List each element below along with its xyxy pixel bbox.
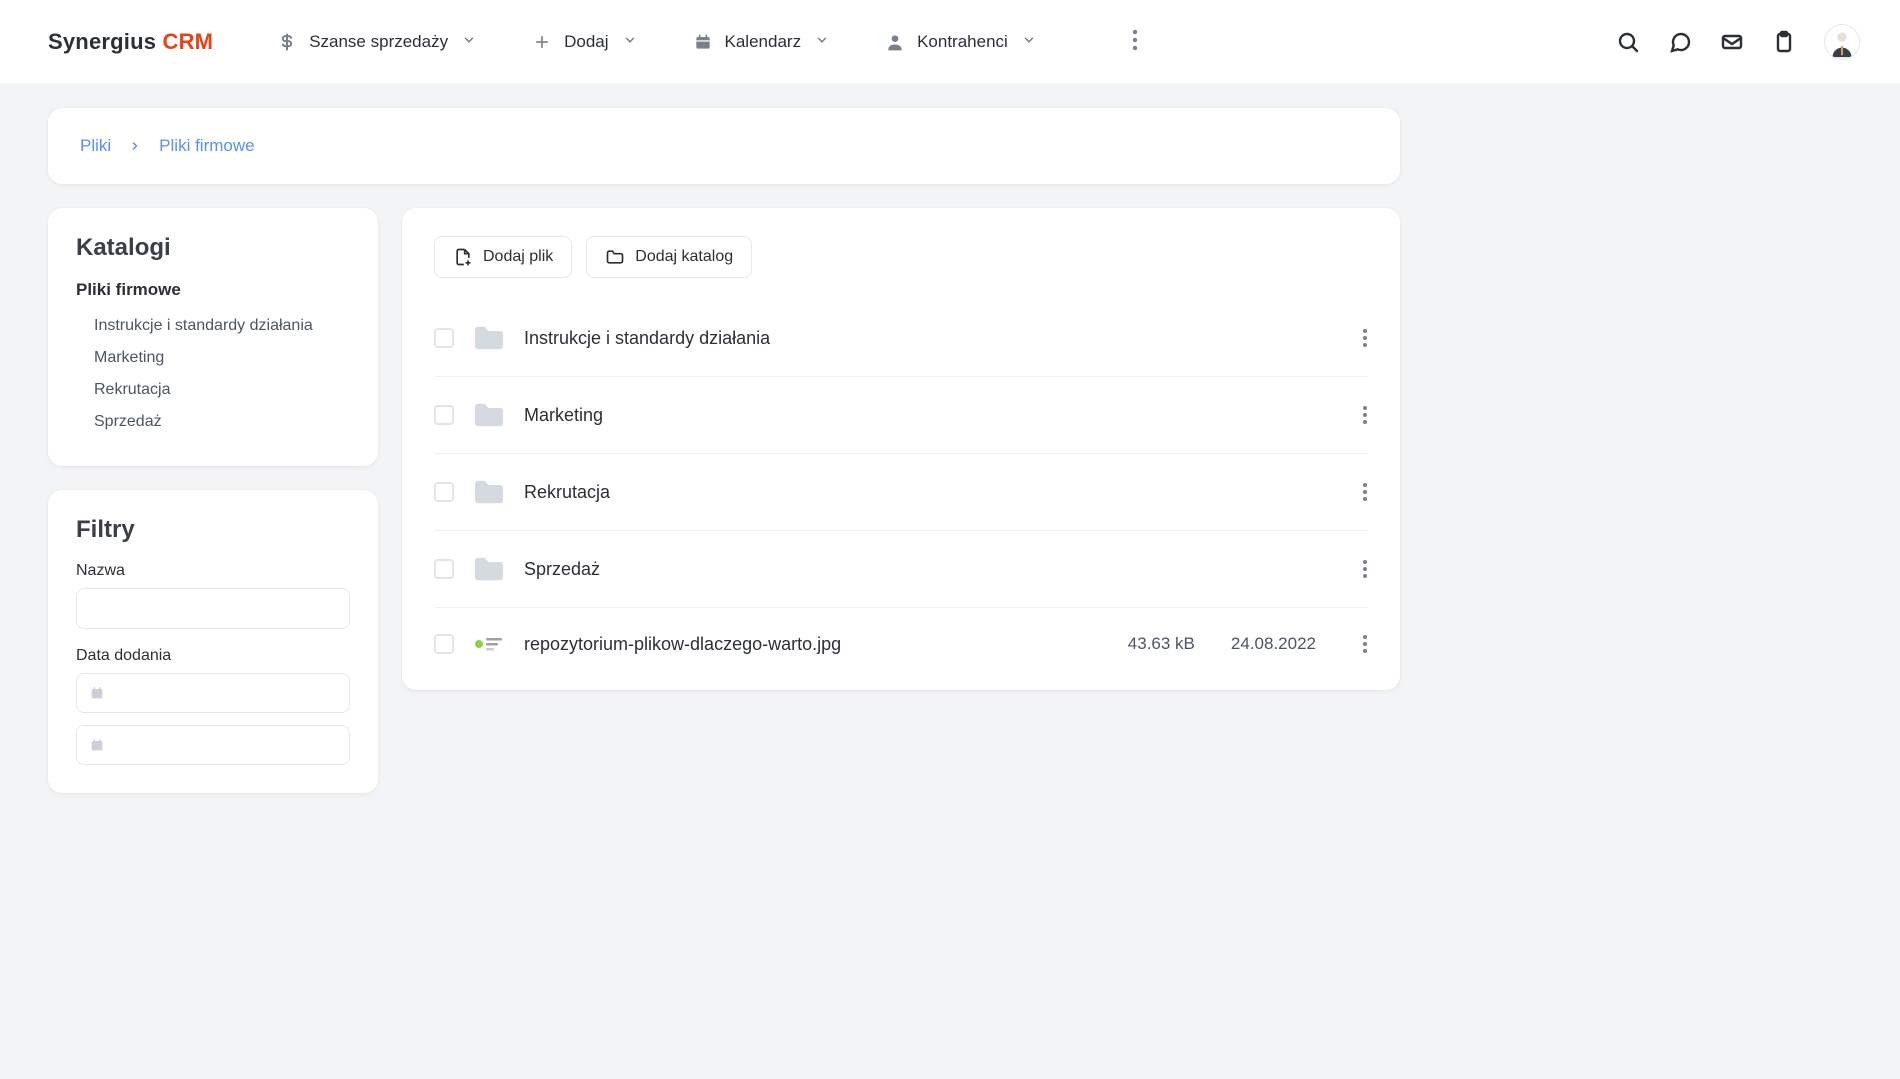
page: Pliki Pliki firmowe Katalogi Pliki firmo… — [0, 84, 1440, 833]
nav-more-icon[interactable] — [1132, 29, 1138, 55]
calendar-icon — [693, 32, 713, 52]
filters-card: Filtry Nazwa Data dodania — [48, 490, 378, 793]
folder-icon — [472, 478, 506, 506]
folder-icon — [472, 555, 506, 583]
row-more-icon[interactable] — [1362, 328, 1368, 348]
chevron-down-icon — [623, 32, 637, 52]
topbar: Synergius CRM Szanse sprzedaży Dodaj — [0, 0, 1900, 84]
topbar-actions — [1616, 24, 1860, 60]
chevron-down-icon — [462, 32, 476, 52]
nav-label: Kontrahenci — [917, 32, 1008, 52]
filter-name-label: Nazwa — [76, 562, 350, 580]
row-name: Rekrutacja — [524, 482, 1316, 503]
row-more-icon[interactable] — [1362, 559, 1368, 579]
sidebar: Katalogi Pliki firmowe Instrukcje i stan… — [48, 208, 378, 793]
nav-calendar[interactable]: Kalendarz — [693, 32, 830, 52]
nav-opportunities[interactable]: Szanse sprzedaży — [277, 32, 476, 52]
clipboard-icon[interactable] — [1772, 30, 1796, 54]
nav-label: Szanse sprzedaży — [309, 32, 448, 52]
tree-item[interactable]: Marketing — [94, 342, 350, 374]
row-checkbox[interactable] — [434, 482, 454, 502]
folder-row[interactable]: Marketing — [434, 377, 1368, 454]
chat-icon[interactable] — [1668, 30, 1692, 54]
add-file-button[interactable]: Dodaj plik — [434, 236, 572, 278]
chevron-down-icon — [1022, 32, 1036, 52]
plus-icon — [532, 32, 552, 52]
breadcrumb-card: Pliki Pliki firmowe — [48, 108, 1400, 184]
dollar-icon — [277, 32, 297, 52]
file-rows: Instrukcje i standardy działania Marketin… — [434, 300, 1368, 680]
catalogs-card: Katalogi Pliki firmowe Instrukcje i stan… — [48, 208, 378, 466]
breadcrumb-root[interactable]: Pliki — [80, 136, 111, 156]
file-row[interactable]: repozytorium-plikow-dlaczego-warto.jpg 43… — [434, 608, 1368, 680]
row-checkbox[interactable] — [434, 559, 454, 579]
mail-icon[interactable] — [1720, 30, 1744, 54]
folder-icon — [472, 401, 506, 429]
image-thumb-icon — [472, 632, 506, 656]
folder-row[interactable]: Instrukcje i standardy działania — [434, 300, 1368, 377]
file-plus-icon — [453, 247, 473, 267]
breadcrumb: Pliki Pliki firmowe — [80, 136, 1368, 156]
calendar-icon — [89, 685, 105, 701]
folder-row[interactable]: Sprzedaż — [434, 531, 1368, 608]
button-label: Dodaj plik — [483, 248, 553, 266]
calendar-icon — [89, 737, 105, 753]
filters-title: Filtry — [76, 516, 350, 544]
folder-outline-icon — [605, 247, 625, 267]
row-date: 24.08.2022 — [1231, 634, 1316, 654]
filter-date-to[interactable] — [76, 725, 350, 765]
filter-date-from[interactable] — [76, 673, 350, 713]
nav-contractors[interactable]: Kontrahenci — [885, 32, 1036, 52]
filter-date-label: Data dodania — [76, 647, 350, 665]
button-label: Dodaj katalog — [635, 248, 733, 266]
add-folder-button[interactable]: Dodaj katalog — [586, 236, 752, 278]
nav-label: Kalendarz — [725, 32, 802, 52]
main-nav: Szanse sprzedaży Dodaj Kalendarz — [277, 29, 1138, 55]
row-name: Instrukcje i standardy działania — [524, 328, 1316, 349]
tree-item[interactable]: Sprzedaż — [94, 406, 350, 438]
person-icon — [885, 32, 905, 52]
logo-word-1: Synergius — [48, 29, 156, 54]
toolbar: Dodaj plik Dodaj katalog — [434, 236, 1368, 278]
row-more-icon[interactable] — [1362, 634, 1368, 654]
chevron-down-icon — [815, 32, 829, 52]
row-checkbox[interactable] — [434, 405, 454, 425]
row-size: 43.63 kB — [1128, 634, 1195, 654]
row-name: repozytorium-plikow-dlaczego-warto.jpg — [524, 634, 1092, 655]
logo-word-2: CRM — [162, 29, 213, 54]
chevron-right-icon — [129, 140, 141, 152]
row-more-icon[interactable] — [1362, 482, 1368, 502]
row-checkbox[interactable] — [434, 634, 454, 654]
nav-add[interactable]: Dodaj — [532, 32, 636, 52]
folder-row[interactable]: Rekrutacja — [434, 454, 1368, 531]
tree-root[interactable]: Pliki firmowe — [76, 280, 350, 300]
row-name: Sprzedaż — [524, 559, 1316, 580]
tree-item[interactable]: Rekrutacja — [94, 374, 350, 406]
search-icon[interactable] — [1616, 30, 1640, 54]
logo: Synergius CRM — [48, 29, 213, 55]
catalogs-title: Katalogi — [76, 234, 350, 262]
folder-icon — [472, 324, 506, 352]
nav-label: Dodaj — [564, 32, 608, 52]
breadcrumb-current[interactable]: Pliki firmowe — [159, 136, 254, 156]
filter-name-input[interactable] — [76, 588, 350, 629]
row-checkbox[interactable] — [434, 328, 454, 348]
avatar[interactable] — [1824, 24, 1860, 60]
tree-list: Instrukcje i standardy działania Marketi… — [76, 310, 350, 438]
tree-item[interactable]: Instrukcje i standardy działania — [94, 310, 350, 342]
row-more-icon[interactable] — [1362, 405, 1368, 425]
file-list-card: Dodaj plik Dodaj katalog Instrukcje i st… — [402, 208, 1400, 690]
row-name: Marketing — [524, 405, 1316, 426]
